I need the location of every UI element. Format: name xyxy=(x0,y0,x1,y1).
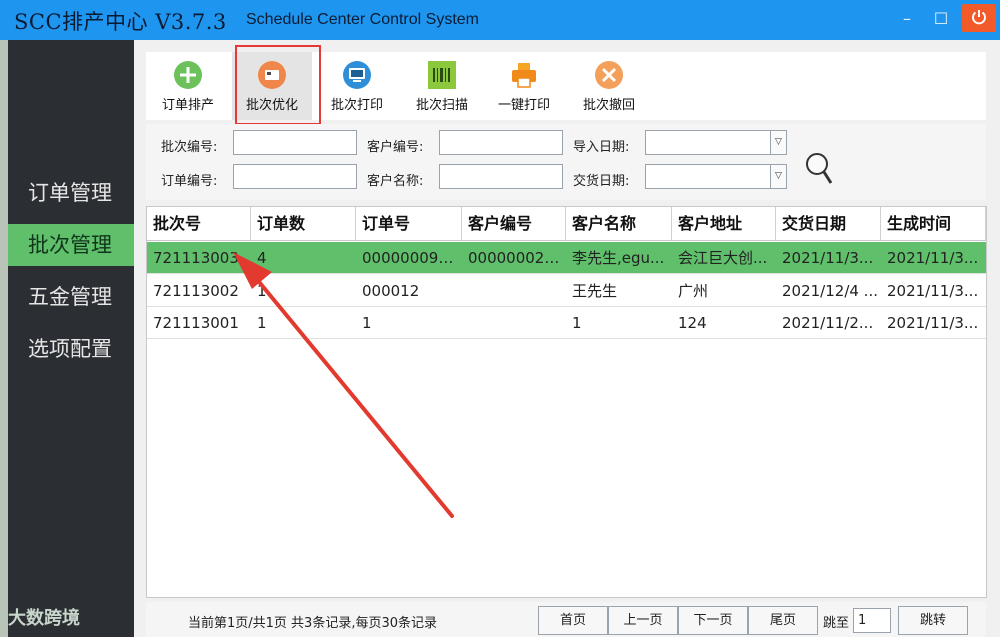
watermark-logo: 大数跨境 xyxy=(8,608,80,629)
window-edge xyxy=(0,40,8,637)
table-cell: 2021/11/3... xyxy=(782,249,874,267)
table-cell: 1 xyxy=(362,314,372,332)
jump-page-input[interactable]: 1 xyxy=(853,608,891,633)
table-cell: 2021/11/3... xyxy=(887,249,979,267)
table-cell: 2021/11/3... xyxy=(887,314,979,332)
import-date-label: 导入日期: xyxy=(573,140,630,155)
title-bar: SCC排产中心 V3.7.3 Schedule Center Control S… xyxy=(0,0,1000,40)
batch-scan-label: 批次扫描 xyxy=(415,98,468,113)
table-row[interactable]: 721113002 1 000012 王先生 广州 2021/12/4 ... … xyxy=(147,275,986,307)
first-page-button[interactable]: 首页 xyxy=(538,606,608,635)
app-subtitle: Schedule Center Control System xyxy=(246,11,479,28)
table-cell: 1 xyxy=(572,314,582,332)
table-cell xyxy=(462,307,566,339)
sidebar-item-options[interactable]: 选项配置 xyxy=(8,328,134,370)
column-header-created-time[interactable]: 生成时间 xyxy=(881,207,986,241)
batch-optimize-button[interactable]: 批次优化 xyxy=(232,52,312,120)
search-icon[interactable] xyxy=(804,149,834,189)
pagination-bar: 当前第1页/共1页 共3条记录,每页30条记录 首页 上一页 下一页 尾页 跳至… xyxy=(146,602,986,637)
batch-scan-button[interactable]: 批次扫描 xyxy=(402,52,482,120)
table-cell: 721113002 xyxy=(153,282,239,300)
table-cell: 124 xyxy=(678,314,707,332)
table-cell: 4 xyxy=(257,249,267,267)
toolbar: 订单排产 批次优化 批次打印 批次扫描 一键打印 批次撤回 xyxy=(146,52,986,120)
batch-print-button[interactable]: 批次打印 xyxy=(317,52,397,120)
close-button[interactable] xyxy=(962,4,996,32)
table-cell: 1 xyxy=(257,314,267,332)
app-window: SCC排产中心 V3.7.3 Schedule Center Control S… xyxy=(0,0,1000,637)
plus-icon xyxy=(174,61,202,89)
batch-print-label: 批次打印 xyxy=(330,98,383,113)
table-cell: 李先生,egu... xyxy=(572,249,665,267)
sidebar-item-orders[interactable]: 订单管理 xyxy=(8,172,134,214)
printer-icon xyxy=(512,63,536,88)
optimize-icon xyxy=(258,61,286,89)
maximize-button[interactable]: ☐ xyxy=(930,8,952,30)
order-no-label: 订单编号: xyxy=(161,174,218,189)
table-cell: 1 xyxy=(257,282,267,300)
table-cell: 000000092... xyxy=(362,249,462,267)
table-cell xyxy=(462,275,566,307)
monitor-icon xyxy=(343,61,371,89)
batch-optimize-label: 批次优化 xyxy=(245,98,298,113)
table-cell: 721113003 xyxy=(153,249,239,267)
minimize-button[interactable]: – xyxy=(896,8,918,30)
column-header-batch-no[interactable]: 批次号 xyxy=(147,207,251,241)
last-page-button[interactable]: 尾页 xyxy=(748,606,818,635)
batch-table: 批次号 订单数 订单号 客户编号 客户名称 客户地址 交货日期 生成时间 721… xyxy=(146,206,987,598)
table-cell: 000012 xyxy=(362,282,420,300)
column-header-customer-no[interactable]: 客户编号 xyxy=(462,207,566,241)
sidebar-item-batches[interactable]: 批次管理 xyxy=(8,224,134,266)
batch-no-label: 批次编号: xyxy=(161,140,218,155)
jump-label: 跳至 xyxy=(823,616,850,631)
table-row[interactable]: 721113003 4 000000092... 000000024... 李先… xyxy=(147,242,986,274)
sidebar: 订单管理 批次管理 五金管理 选项配置 xyxy=(8,40,134,637)
cancel-icon xyxy=(595,61,623,89)
page-info: 当前第1页/共1页 共3条记录,每页30条记录 xyxy=(188,616,437,631)
search-panel: 批次编号: 客户编号: 导入日期: ▽ 订单编号: 客户名称: 交货日期: ▽ xyxy=(146,124,986,200)
order-no-input[interactable] xyxy=(233,164,357,189)
one-click-print-label: 一键打印 xyxy=(497,98,550,113)
chevron-down-icon[interactable]: ▽ xyxy=(770,131,786,154)
column-header-delivery-date[interactable]: 交货日期 xyxy=(776,207,881,241)
table-cell: 2021/12/4 ... xyxy=(782,282,878,300)
table-cell: 2021/11/2... xyxy=(782,314,874,332)
order-schedule-label: 订单排产 xyxy=(161,98,214,113)
prev-page-button[interactable]: 上一页 xyxy=(608,606,678,635)
batch-no-input[interactable] xyxy=(233,130,357,155)
one-click-print-button[interactable]: 一键打印 xyxy=(484,52,564,120)
table-cell: 721113001 xyxy=(153,314,239,332)
power-icon xyxy=(972,10,986,25)
app-title: SCC排产中心 V3.7.3 xyxy=(14,10,227,34)
table-cell: 会江巨大创... xyxy=(678,249,768,267)
table-cell: 000000024... xyxy=(468,249,566,267)
barcode-icon xyxy=(428,61,456,89)
jump-button[interactable]: 跳转 xyxy=(898,606,968,635)
column-header-order-no[interactable]: 订单号 xyxy=(356,207,462,241)
column-header-order-count[interactable]: 订单数 xyxy=(251,207,356,241)
column-header-customer-address[interactable]: 客户地址 xyxy=(672,207,776,241)
table-cell: 2021/11/3... xyxy=(887,282,979,300)
sidebar-item-hardware[interactable]: 五金管理 xyxy=(8,276,134,318)
table-cell: 王先生 xyxy=(572,282,618,300)
next-page-button[interactable]: 下一页 xyxy=(678,606,748,635)
customer-name-label: 客户名称: xyxy=(367,174,424,189)
order-schedule-button[interactable]: 订单排产 xyxy=(148,52,228,120)
import-date-picker[interactable]: ▽ xyxy=(645,130,787,155)
customer-no-label: 客户编号: xyxy=(367,140,424,155)
delivery-date-label: 交货日期: xyxy=(573,174,630,189)
customer-no-input[interactable] xyxy=(439,130,563,155)
batch-withdraw-button[interactable]: 批次撤回 xyxy=(569,52,649,120)
batch-withdraw-label: 批次撤回 xyxy=(582,98,635,113)
delivery-date-picker[interactable]: ▽ xyxy=(645,164,787,189)
column-header-customer-name[interactable]: 客户名称 xyxy=(566,207,672,241)
table-cell: 广州 xyxy=(678,282,709,300)
table-row[interactable]: 721113001 1 1 1 124 2021/11/2... 2021/11… xyxy=(147,307,986,339)
chevron-down-icon[interactable]: ▽ xyxy=(770,165,786,188)
customer-name-input[interactable] xyxy=(439,164,563,189)
